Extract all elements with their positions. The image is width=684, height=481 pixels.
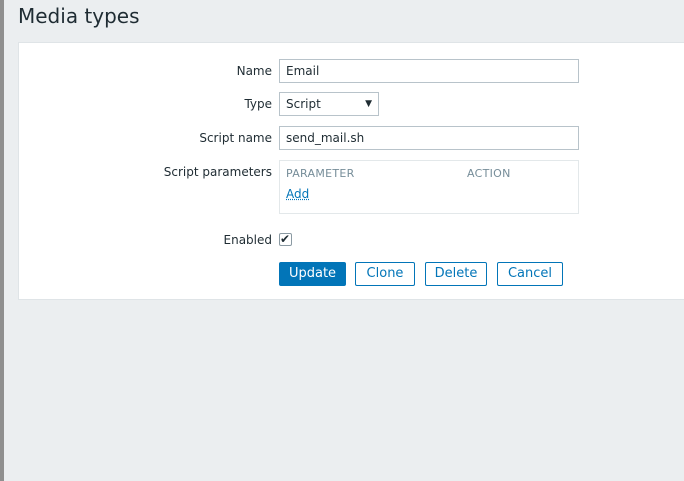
action-column-header: ACTION (467, 167, 511, 180)
add-parameter-link[interactable]: Add (286, 187, 309, 201)
cancel-button[interactable]: Cancel (497, 262, 563, 286)
name-input[interactable] (279, 59, 579, 83)
type-label: Type (244, 97, 272, 111)
media-type-form: Name Type Script ▼ Script name Script pa… (18, 42, 684, 300)
page-header: Media types (4, 0, 684, 36)
name-label: Name (236, 64, 272, 78)
parameter-column-header: PARAMETER (286, 167, 355, 180)
page-title: Media types (18, 4, 140, 28)
script-parameters-table: PARAMETER ACTION Add (279, 160, 579, 214)
script-name-input[interactable] (279, 126, 579, 150)
script-name-label: Script name (199, 131, 272, 145)
enabled-label: Enabled (223, 233, 273, 247)
update-button[interactable]: Update (279, 262, 346, 286)
type-select-value: Script (286, 97, 321, 111)
clone-button[interactable]: Clone (355, 262, 415, 286)
enabled-checkbox[interactable]: ✔ (279, 232, 292, 246)
delete-button[interactable]: Delete (425, 262, 487, 286)
type-select[interactable]: Script ▼ (279, 92, 379, 116)
checkmark-icon: ✔ (280, 232, 291, 246)
script-parameters-label: Script parameters (163, 165, 272, 179)
window-left-edge (0, 0, 4, 481)
chevron-down-icon: ▼ (365, 99, 372, 109)
